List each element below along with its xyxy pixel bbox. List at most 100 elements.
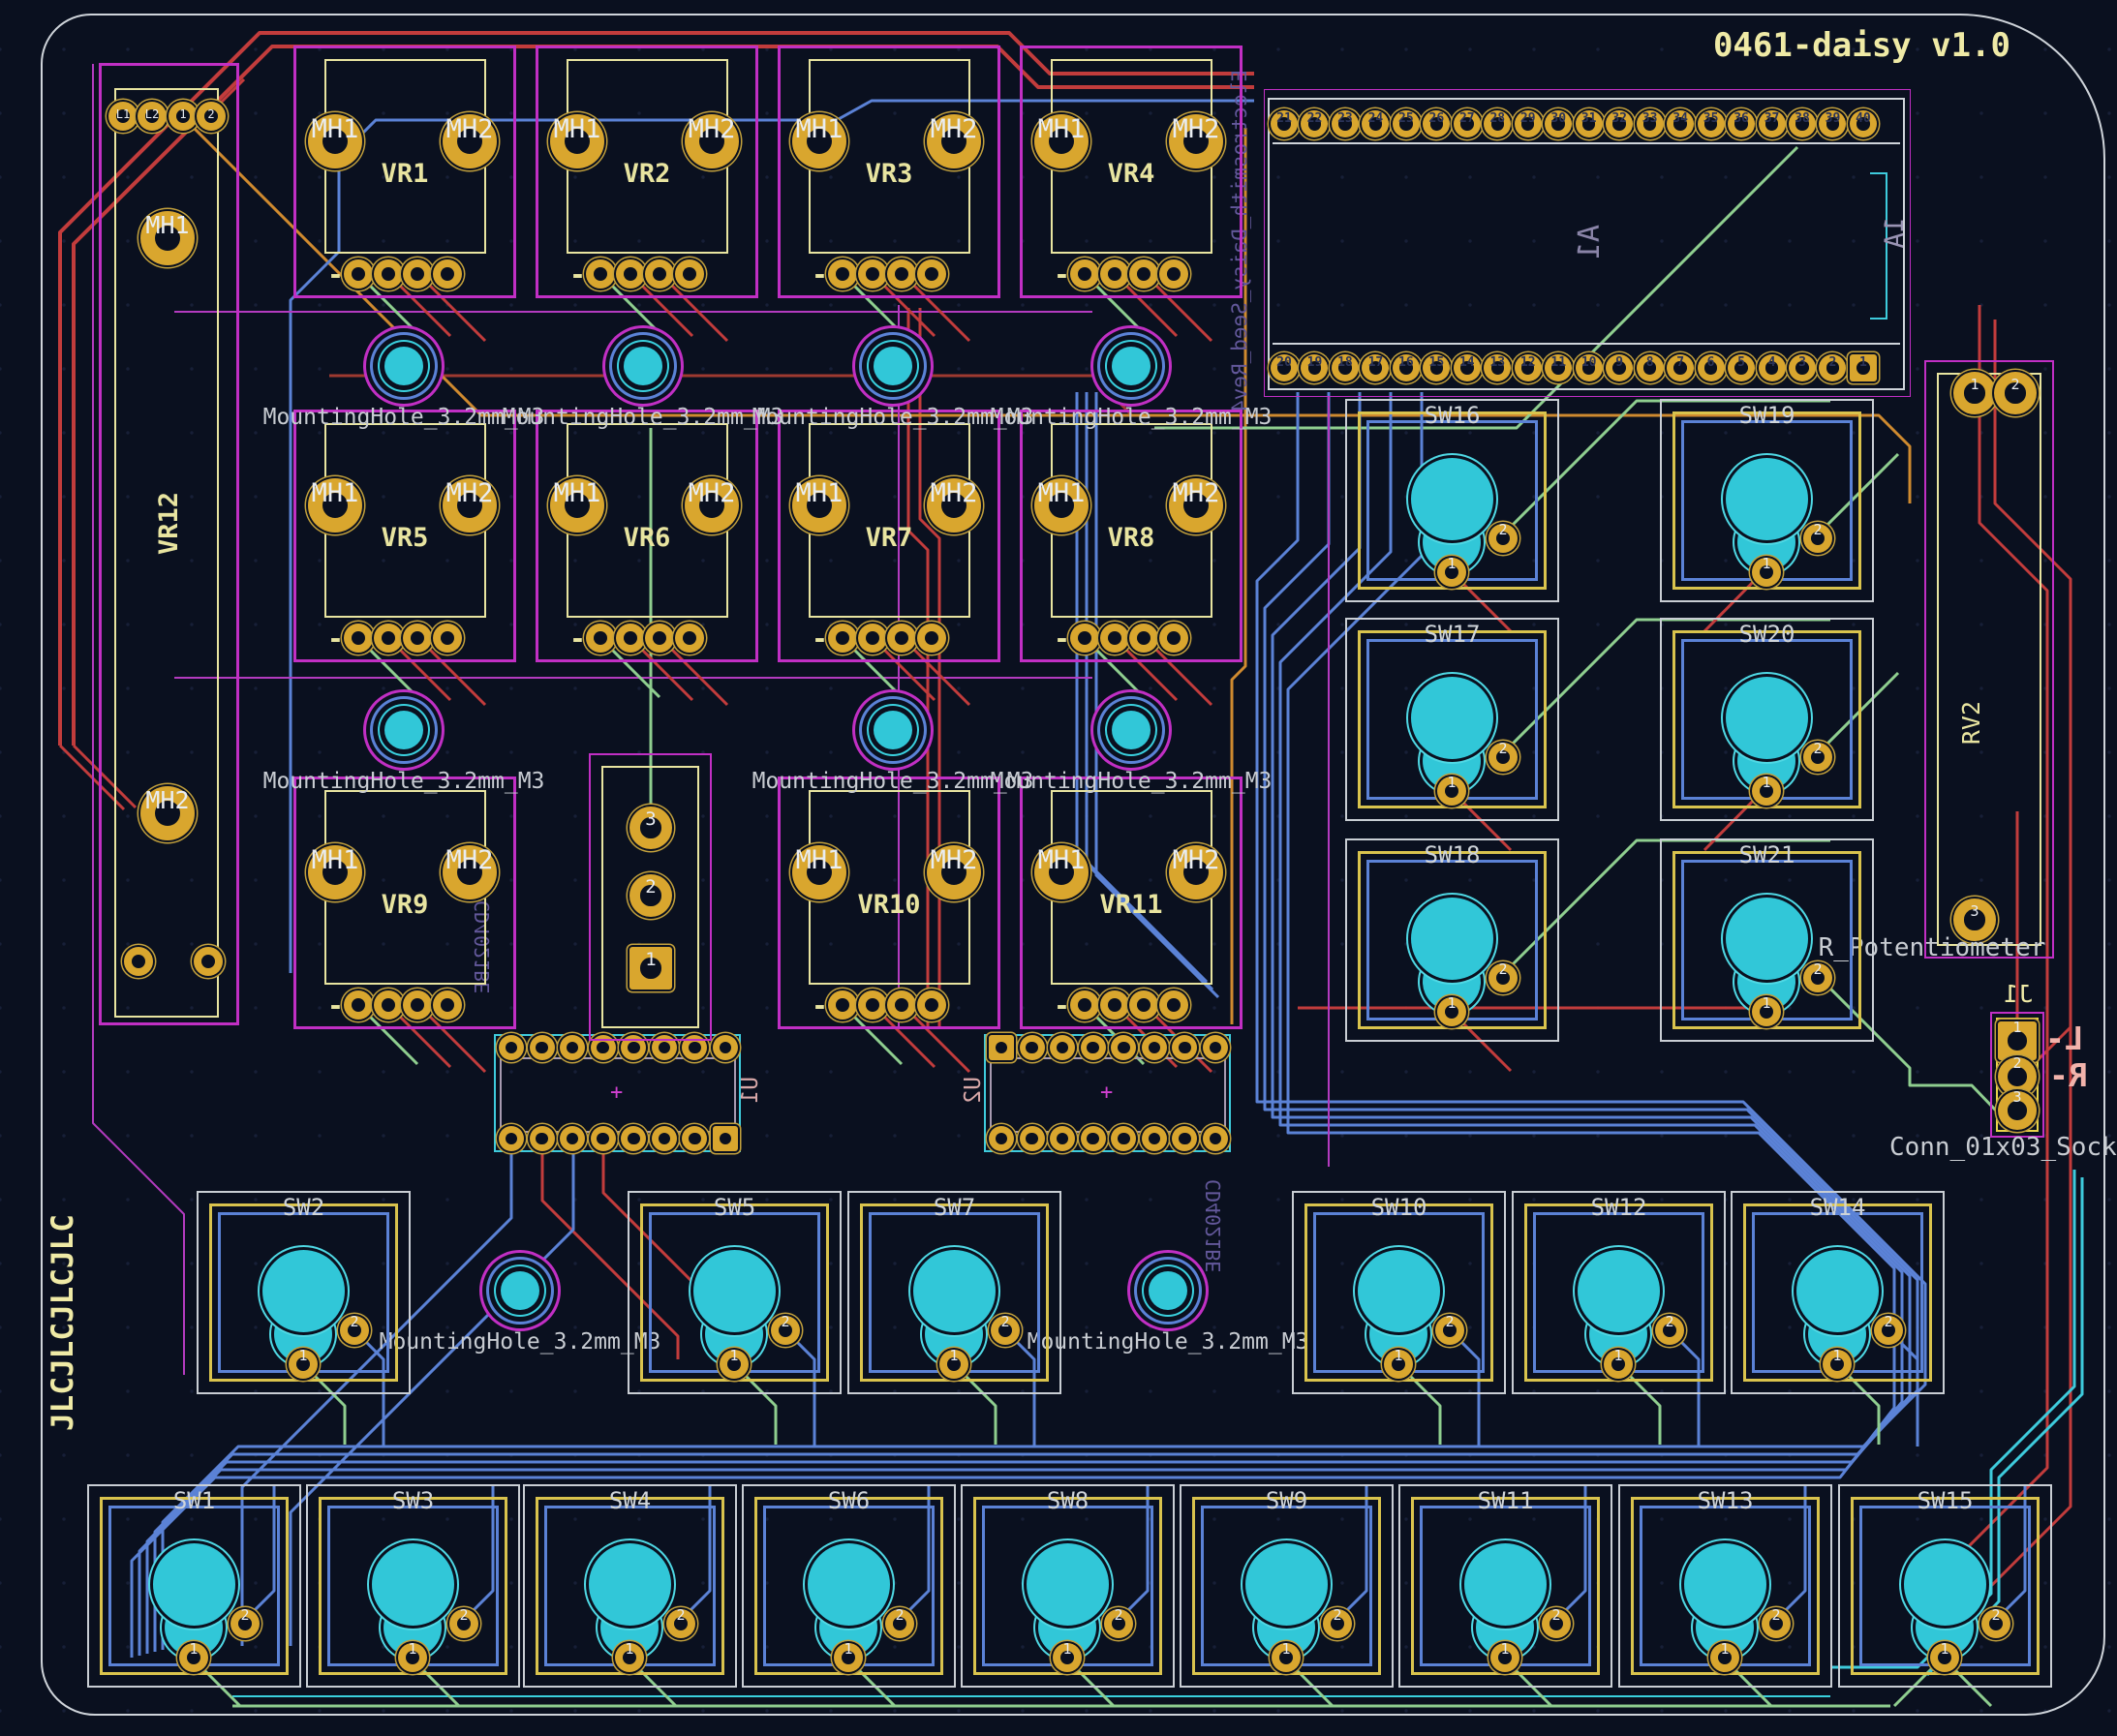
vr12-top-pad[interactable]: 1 [169,102,198,131]
vr-pin-pad[interactable] [374,624,403,653]
switch-pad-1[interactable]: 1 [720,1350,749,1379]
switch-pad-1[interactable]: 1 [1930,1643,1959,1672]
vr12-bottom-pad[interactable] [194,947,223,976]
u1-pad[interactable] [530,1126,555,1151]
vr-pin-pad[interactable] [828,259,857,289]
a1-pad-bottom[interactable]: 8 [1637,354,1664,381]
switch-pad-1[interactable]: 1 [1053,1643,1082,1672]
mounting-hole[interactable] [384,711,423,749]
footprint-switch[interactable]: 12SW13 [1618,1484,1832,1688]
footprint-switch[interactable]: 12SW5 [628,1191,842,1394]
u2-pad[interactable] [1050,1035,1075,1060]
vr-pin-pad[interactable] [887,259,916,289]
switch-pad-2[interactable]: 2 [1104,1609,1133,1638]
switch-pad-1[interactable]: 1 [615,1643,644,1672]
a1-pad-bottom[interactable]: 3 [1789,354,1816,381]
u2-pad[interactable] [1203,1126,1228,1151]
a1-pad-bottom[interactable]: 6 [1698,354,1725,381]
vr-pin-pad[interactable] [828,990,857,1020]
switch-pad-1[interactable]: 1 [1752,777,1781,806]
vr-pin-pad[interactable] [1100,624,1129,653]
switch-pad-1[interactable]: 1 [1272,1643,1301,1672]
switch-pad-2[interactable]: 2 [666,1609,695,1638]
vr-pin-pad[interactable] [645,259,674,289]
footprint-switch[interactable]: 12SW3 [306,1484,520,1688]
u1-pad[interactable] [560,1126,585,1151]
mounting-hole[interactable] [384,347,423,385]
footprint-rv2[interactable]: RV2 123 [1924,360,2054,959]
vr-pin-pad[interactable] [1100,259,1129,289]
vr-pin-pad[interactable] [586,624,615,653]
switch-pad-2[interactable]: 2 [1323,1609,1352,1638]
footprint-a1-socket[interactable]: A1 1A 2120221923182417251626152714281329… [1264,89,1911,397]
u2-pad[interactable] [1050,1126,1075,1151]
u2-pad[interactable] [989,1126,1014,1151]
switch-pad-2[interactable]: 2 [230,1609,260,1638]
u2-pad[interactable] [1142,1126,1167,1151]
footprint-switch[interactable]: 12SW8 [961,1484,1175,1688]
footprint-switch[interactable]: 12SW1 [87,1484,301,1688]
switch-pad-2[interactable]: 2 [1488,743,1518,772]
mounting-hole[interactable] [1112,347,1151,385]
vr-pin-pad[interactable] [645,624,674,653]
switch-pad-2[interactable]: 2 [1803,524,1832,553]
vr-pin-pad[interactable] [858,990,887,1020]
a1-pad-bottom[interactable]: 16 [1393,354,1420,381]
switch-pad-2[interactable]: 2 [449,1609,478,1638]
vr-pin-pad[interactable] [1159,624,1188,653]
vr-pin-pad[interactable] [1070,990,1099,1020]
footprint-vr[interactable]: MH1MH2VR7- [778,410,1000,662]
footprint-switch[interactable]: 12SW18 [1345,838,1559,1042]
vr-pin-pad[interactable] [887,624,916,653]
u2-pad[interactable] [1081,1126,1106,1151]
mounting-hole[interactable] [1149,1271,1187,1310]
vr-pin-pad[interactable] [403,259,432,289]
vr-pin-pad[interactable] [344,259,373,289]
switch-pad-2[interactable]: 2 [1488,524,1518,553]
a1-pad-bottom[interactable]: 7 [1667,354,1694,381]
p3-pad[interactable]: 2 [629,874,672,917]
footprint-switch[interactable]: 12SW15 [1838,1484,2052,1688]
switch-pad-2[interactable]: 2 [885,1609,914,1638]
switch-pad-2[interactable]: 2 [1874,1316,1903,1345]
mounting-hole[interactable] [874,711,912,749]
vr12-top-pad[interactable]: 2 [197,102,226,131]
switch-pad-2[interactable]: 2 [1803,743,1832,772]
footprint-switch[interactable]: 12SW12 [1512,1191,1726,1394]
vr12-bottom-pad[interactable] [124,947,153,976]
switch-pad-2[interactable]: 2 [1981,1609,2010,1638]
a1-pad-bottom[interactable]: 18 [1332,354,1359,381]
vr-pin-pad[interactable] [1070,259,1099,289]
u1-pad[interactable] [499,1035,524,1060]
a1-pad-top[interactable]: 40 [1850,110,1877,137]
u1-pad[interactable] [560,1035,585,1060]
vr-pin-pad[interactable] [887,990,916,1020]
vr-pin-pad[interactable] [374,990,403,1020]
vr-pin-pad[interactable] [1129,624,1158,653]
a1-pad-bottom[interactable]: 12 [1515,354,1542,381]
footprint-vr[interactable]: MH1MH2VR9- [293,777,516,1029]
u1-pad[interactable] [713,1035,738,1060]
a1-pad-bottom[interactable]: 5 [1728,354,1755,381]
switch-pad-1[interactable]: 1 [834,1643,863,1672]
switch-pad-2[interactable]: 2 [1488,963,1518,992]
footprint-vr[interactable]: MH1MH2VR4- [1020,46,1243,298]
u1-pad[interactable] [652,1126,677,1151]
footprint-switch[interactable]: 12SW6 [742,1484,956,1688]
a1-pad-top[interactable]: 34 [1667,110,1694,137]
vr-pin-pad[interactable] [344,990,373,1020]
a1-pad-top[interactable]: 25 [1393,110,1420,137]
switch-pad-1[interactable]: 1 [1490,1643,1519,1672]
footprint-switch[interactable]: 12SW4 [523,1484,737,1688]
vr-pin-pad[interactable] [1159,259,1188,289]
u2-pad[interactable] [1081,1035,1106,1060]
vr-pin-pad[interactable] [344,624,373,653]
switch-pad-2[interactable]: 2 [771,1316,800,1345]
footprint-vr[interactable]: MH1MH2VR11- [1020,777,1243,1029]
a1-pad-top[interactable]: 32 [1606,110,1633,137]
u1-pad[interactable] [499,1126,524,1151]
u2-pad[interactable] [1020,1035,1045,1060]
vr-pin-pad[interactable] [1129,990,1158,1020]
vr-pin-pad[interactable] [917,990,946,1020]
vr-pin-pad[interactable] [433,990,462,1020]
